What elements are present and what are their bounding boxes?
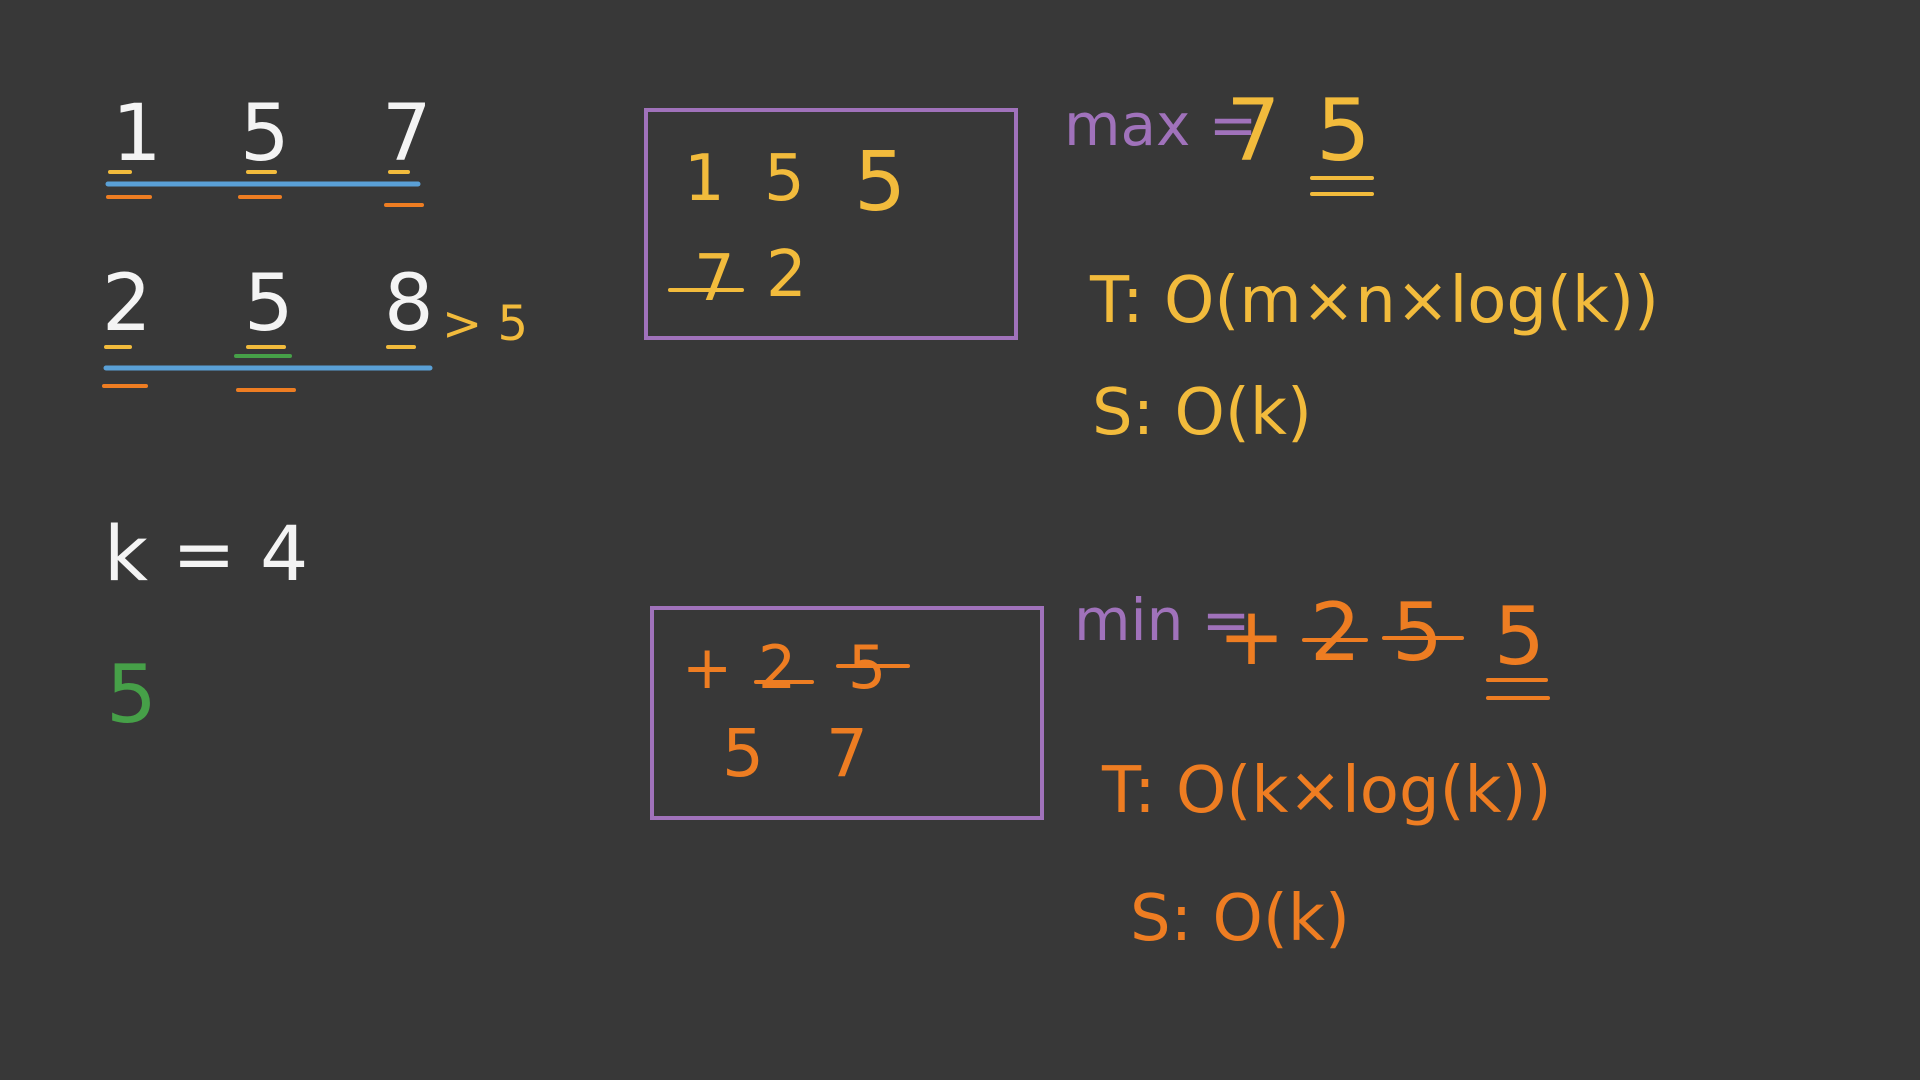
k-expression: k = 4 — [104, 509, 308, 598]
min-heap-item: 7 — [826, 715, 868, 792]
min-value-struck: 2 — [1310, 586, 1361, 679]
max-heap-item-struck: 7 — [694, 242, 735, 316]
max-value-1: 7 — [1226, 81, 1281, 181]
row-1: 1 5 7 — [112, 89, 432, 179]
min-result: 5 — [1494, 590, 1545, 683]
min-heap-item-struck: + — [682, 633, 732, 703]
max-time-complexity: T: O(m×n×log(k)) — [1089, 264, 1659, 338]
min-time-complexity: T: O(k×log(k)) — [1101, 754, 1552, 828]
max-heap-item: 1 — [684, 142, 725, 216]
row2-value-1: 2 — [102, 259, 152, 349]
min-value-struck: 5 — [1392, 586, 1443, 679]
min-values-struck: + 2 5 — [1218, 586, 1443, 683]
max-space-complexity: S: O(k) — [1092, 376, 1312, 450]
row2-value-3: 8 — [384, 259, 434, 349]
row2-note: > 5 — [442, 296, 528, 352]
row1-value-1: 1 — [112, 89, 162, 179]
min-value-strike-lines — [1302, 636, 1464, 642]
min-value-struck: + — [1218, 590, 1285, 683]
row1-value-2: 5 — [240, 89, 290, 179]
row2-value-2: 5 — [244, 259, 294, 349]
max-heap-item: 2 — [766, 238, 807, 312]
max-heap-item: 5 — [764, 142, 805, 216]
max-heap-item: 5 — [854, 135, 906, 230]
min-space-complexity: S: O(k) — [1130, 882, 1350, 956]
answer-value: 5 — [106, 648, 157, 741]
max-value-2: 5 — [1316, 81, 1371, 181]
whiteboard-canvas: 1 5 7 2 5 8 > 5 k = 4 5 1 5 5 7 2 max = — [0, 0, 1920, 1080]
row1-value-3: 7 — [382, 89, 432, 179]
min-heap-item-struck: 2 — [758, 633, 796, 703]
min-heap-item: 5 — [722, 715, 764, 792]
